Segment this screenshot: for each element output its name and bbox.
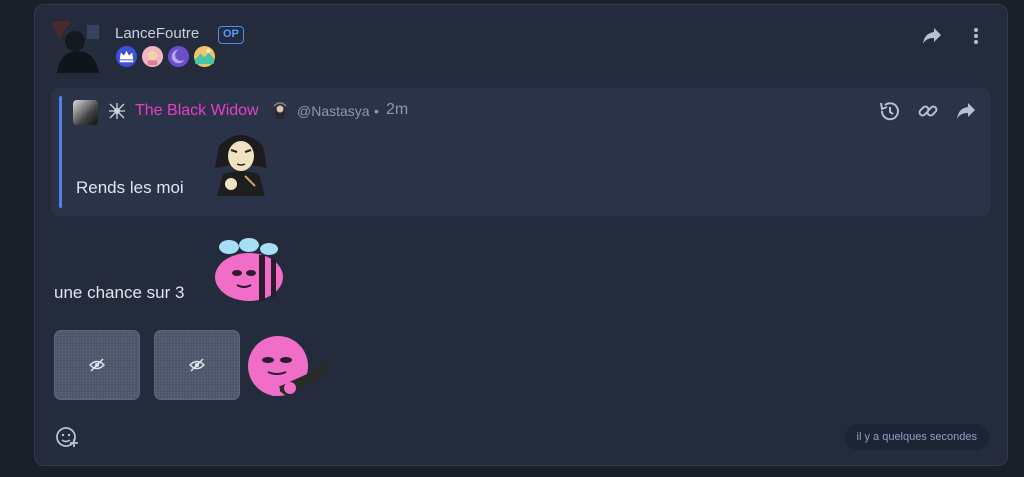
quoted-message[interactable]: The Black Widow @Nastasya • 2m Rends les… [51, 88, 991, 216]
character-badge-icon [141, 45, 164, 68]
add-reaction-icon[interactable] [55, 425, 79, 449]
widow-role-icon [273, 102, 287, 119]
quote-author-handle[interactable]: @Nastasya [297, 103, 370, 119]
hidden-media-thumbnail[interactable] [54, 330, 140, 400]
landscape-badge-icon [193, 45, 216, 68]
quote-accent-bar [59, 96, 62, 208]
attachments-row [54, 330, 336, 400]
link-icon[interactable] [917, 100, 939, 122]
op-badge: OP [218, 26, 244, 44]
author-avatar[interactable] [51, 21, 103, 73]
author-badges [115, 45, 216, 68]
quote-author-avatar[interactable] [73, 100, 98, 125]
post-actions [921, 25, 987, 47]
share-icon[interactable] [921, 25, 943, 47]
author-name[interactable]: LanceFoutre [115, 25, 199, 42]
share-icon[interactable] [955, 100, 977, 122]
history-icon[interactable] [879, 100, 901, 122]
blob-sticker [248, 336, 332, 396]
bee-sticker [215, 238, 283, 301]
more-vertical-icon[interactable] [965, 25, 987, 47]
hidden-media-thumbnail[interactable] [154, 330, 240, 400]
message-text: une chance sur 3 [54, 283, 185, 302]
quote-text: Rends les moi [76, 178, 184, 197]
quote-author-name[interactable]: The Black Widow [135, 102, 259, 120]
separator-dot: • [374, 103, 379, 119]
quote-time: 2m [386, 101, 409, 118]
moon-badge-icon [167, 45, 190, 68]
post-timestamp: il y a quelques secondes [844, 424, 989, 450]
character-sticker [215, 135, 267, 196]
spider-role-icon [109, 103, 125, 119]
eye-off-icon [189, 358, 205, 372]
eye-off-icon [89, 358, 105, 372]
crown-badge-icon [115, 45, 138, 68]
quote-actions [879, 100, 977, 122]
post-card: LanceFoutre OP The Black Widow @Nastasya… [34, 4, 1008, 466]
